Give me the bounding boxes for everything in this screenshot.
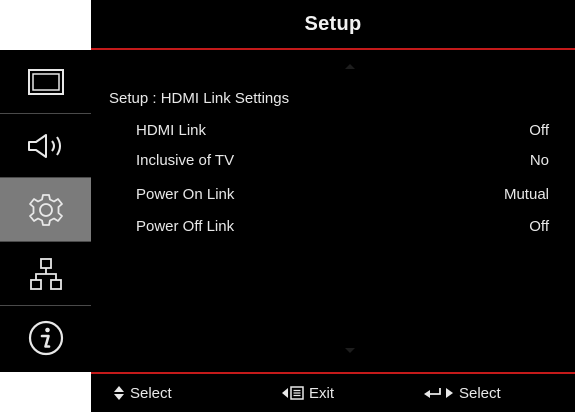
tab-display[interactable] (0, 50, 91, 114)
gear-icon (28, 193, 63, 226)
setting-label: Power On Link (136, 185, 235, 203)
info-icon (28, 320, 63, 356)
hint-label: Select (459, 384, 501, 402)
key-hint-bar: Select Exit Select (91, 372, 575, 412)
setting-value: No (529, 151, 549, 169)
left-menu-icon (282, 386, 304, 400)
hint-label: Select (130, 384, 172, 402)
network-icon (29, 257, 62, 290)
up-down-arrows-icon (114, 386, 124, 400)
setting-hdmi-link[interactable]: HDMI Link Off (136, 119, 549, 141)
page-title: Setup (304, 12, 362, 35)
setting-value: Mutual (503, 185, 549, 203)
category-sidebar (0, 50, 91, 372)
tab-network[interactable] (0, 242, 91, 306)
hint-exit: Exit (282, 374, 334, 412)
scroll-up-indicator (345, 64, 355, 69)
setting-power-off-link[interactable]: Power Off Link Off (136, 215, 549, 237)
audio-icon (27, 133, 61, 158)
enter-right-icon (424, 388, 453, 398)
setting-label: HDMI Link (136, 121, 207, 139)
hint-select-updown: Select (113, 374, 172, 412)
setting-inclusive-of-tv[interactable]: Inclusive of TV No (136, 149, 549, 171)
osd-header: Setup (91, 0, 575, 50)
hint-label: Exit (309, 384, 335, 402)
tab-information[interactable] (0, 306, 91, 370)
setting-power-on-link[interactable]: Power On Link Mutual (136, 183, 549, 205)
tab-audio[interactable] (0, 114, 91, 178)
menu-panel: Setup : HDMI Link Settings HDMI Link Off… (91, 50, 575, 372)
tab-setup[interactable] (0, 178, 91, 242)
display-icon (27, 68, 64, 95)
setting-value: Off (529, 121, 549, 139)
hint-select-enter: Select (424, 374, 501, 412)
setting-label: Inclusive of TV (136, 151, 235, 169)
setting-label: Power Off Link (136, 217, 235, 235)
breadcrumb: Setup : HDMI Link Settings (109, 90, 290, 107)
scroll-down-indicator (345, 348, 355, 353)
setting-value: Off (529, 217, 549, 235)
